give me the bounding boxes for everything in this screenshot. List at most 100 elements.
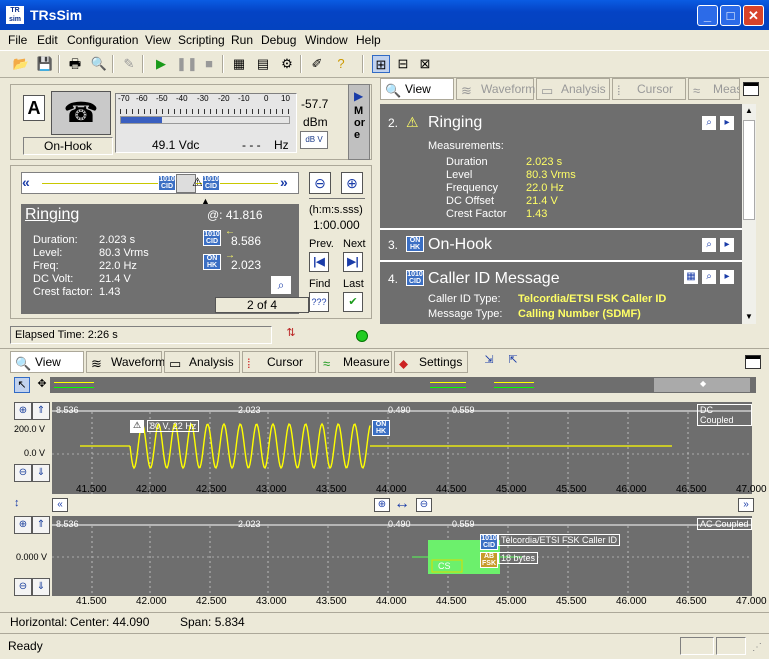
scroll-up-icon[interactable]: ▲ — [742, 104, 756, 118]
binoculars-icon[interactable]: ⌕ — [271, 276, 291, 294]
maximize-pane-icon[interactable] — [745, 355, 761, 369]
find-event-icon[interactable]: ⌕ — [702, 270, 716, 284]
zoom-out-icon[interactable]: ⊖ — [14, 464, 32, 482]
stop-icon[interactable]: ■ — [200, 55, 218, 73]
phone-icon[interactable]: ☎ — [51, 91, 111, 135]
event-counter: 2 of 4 — [215, 297, 309, 313]
save-icon[interactable]: 💾 — [36, 55, 54, 73]
overview-strip[interactable]: ◆ — [50, 377, 756, 393]
menu-scripting[interactable]: Scripting — [178, 33, 225, 47]
fit-width-icon[interactable]: ↔ — [394, 495, 410, 513]
event-timeline[interactable]: « » 1010 CID ⚠ 1010 CID — [21, 172, 299, 194]
goto-event-icon[interactable]: ▸ — [720, 238, 734, 252]
export-icon[interactable]: ⇱ — [504, 353, 522, 371]
run-icon[interactable]: ▶ — [152, 55, 170, 73]
document-icon[interactable]: ▤ — [254, 55, 272, 73]
print-preview-icon[interactable]: 🔍 — [90, 55, 108, 73]
event-item-callerid[interactable]: 4. 1010 CID Caller ID Message ▦ ⌕ ▸ Calle… — [386, 264, 742, 324]
top-waveform[interactable]: 8.536 2.023 0.490 0.559 DC Coupled ⚠ 80 … — [52, 402, 752, 494]
tab-waveform[interactable]: ≋ Waveform — [86, 351, 165, 373]
tab-settings[interactable]: ⬥ Settings — [394, 351, 468, 373]
last-button[interactable]: ✔ — [343, 292, 363, 312]
pause-icon[interactable]: ❚❚ — [176, 55, 198, 73]
maximize-pane-icon[interactable] — [743, 82, 759, 96]
marker2-value: 2.023 — [231, 258, 262, 272]
event-list-scrollbar[interactable]: ▲ ▼ — [742, 104, 756, 324]
layout1-icon[interactable]: ⊞ — [372, 55, 390, 73]
cid-marker-icon[interactable]: 1010 CID — [202, 175, 220, 191]
find-button[interactable]: ??? — [309, 292, 329, 312]
tab-measure[interactable]: ≈ Meas — [688, 78, 740, 100]
zoom-in-icon[interactable]: ⊕ — [14, 402, 32, 420]
scroll-right-button[interactable]: » — [738, 498, 754, 512]
event-item-ringing[interactable]: 2. ⚠ Ringing ⌕ ▸ Measurements: Duration 2… — [386, 108, 742, 230]
menu-file[interactable]: File — [8, 33, 27, 47]
menu-debug[interactable]: Debug — [261, 33, 296, 47]
tab-view[interactable]: 🔍 View — [380, 78, 454, 100]
zoom-in-icon[interactable]: ⊕ — [14, 516, 32, 534]
cid-marker-icon[interactable]: 1010 CID — [480, 534, 498, 550]
move-icon[interactable]: ✥ — [34, 377, 50, 393]
zoom-in-icon[interactable]: ⊕ — [341, 172, 363, 194]
tab-measure[interactable]: ≈ Measure — [318, 351, 392, 373]
zoom-out-icon[interactable]: ⊖ — [309, 172, 331, 194]
edit-script-icon[interactable]: ✐ — [308, 55, 326, 73]
more-button[interactable]: ▶ More — [348, 84, 370, 160]
goto-event-icon[interactable]: ▸ — [720, 270, 734, 284]
open-icon[interactable]: 📂 — [12, 55, 30, 73]
grid-icon[interactable]: ▦ — [684, 270, 698, 284]
prev-button[interactable]: |◀ — [309, 252, 329, 272]
zoom-out-icon[interactable]: ⊖ — [14, 578, 32, 596]
unit-toggle[interactable]: dB V — [300, 131, 328, 149]
scroll-left-button[interactable]: « — [52, 498, 68, 512]
menu-window[interactable]: Window — [305, 33, 348, 47]
edit-icon[interactable]: ✎ — [120, 55, 138, 73]
collapse-icon[interactable]: ⇓ — [32, 464, 50, 482]
import-icon[interactable]: ⇲ — [480, 353, 498, 371]
bottom-waveform[interactable]: 8.536 2.023 0.490 0.559 AC Coupled 1010 C… — [52, 516, 752, 596]
tab-analysis[interactable]: ▭ Analysis — [164, 351, 240, 373]
tab-analysis[interactable]: ▭ Analysis — [536, 78, 610, 100]
tab-cursor[interactable]: ⁞ Cursor — [242, 351, 316, 373]
cid-marker-icon[interactable]: 1010 CID — [158, 175, 176, 191]
event-item-onhook[interactable]: 3. ON HK On-Hook ⌕ ▸ — [386, 232, 742, 258]
menu-run[interactable]: Run — [231, 33, 253, 47]
close-button[interactable]: ✕ — [743, 5, 764, 26]
split-icon[interactable]: ⇅ — [280, 326, 302, 344]
timeline-left-button[interactable]: « — [22, 173, 40, 193]
layout2-icon[interactable]: ⊟ — [394, 55, 412, 73]
title-bar[interactable]: TR sim TRsSim _ □ ✕ — [0, 0, 769, 30]
minimize-button[interactable]: _ — [697, 5, 718, 26]
zoom-out-time-icon[interactable]: ⊖ — [416, 498, 432, 512]
vertical-resize-icon[interactable]: ↕ — [14, 497, 28, 511]
collapse-icon[interactable]: ⇓ — [32, 578, 50, 596]
layout3-icon[interactable]: ⊠ — [416, 55, 434, 73]
help-icon[interactable]: ? — [332, 55, 350, 73]
resize-grip-icon[interactable]: ⋰ — [752, 642, 762, 653]
goto-event-icon[interactable]: ▸ — [720, 116, 734, 130]
settings-icon[interactable]: ⚙ — [278, 55, 296, 73]
pointer-icon[interactable]: ↖ — [14, 377, 30, 393]
maximize-button[interactable]: □ — [720, 5, 741, 26]
fsk-marker-icon[interactable]: AB FSK — [480, 552, 498, 568]
scroll-thumb[interactable] — [743, 120, 755, 220]
print-icon[interactable]: 🖶 — [66, 55, 84, 73]
menu-configuration[interactable]: Configuration — [67, 33, 138, 47]
expand-icon[interactable]: ⇑ — [32, 516, 50, 534]
menu-edit[interactable]: Edit — [37, 33, 58, 47]
menu-view[interactable]: View — [145, 33, 171, 47]
ring-event-icon[interactable]: ⚠ — [130, 420, 144, 433]
tab-cursor[interactable]: ⁞ Cursor — [612, 78, 686, 100]
tab-view[interactable]: 🔍 View — [10, 351, 84, 373]
timeline-right-button[interactable]: » — [280, 173, 298, 193]
onhook-marker-icon[interactable]: ON HK — [372, 420, 390, 436]
find-event-icon[interactable]: ⌕ — [702, 238, 716, 252]
zoom-in-time-icon[interactable]: ⊕ — [374, 498, 390, 512]
expand-icon[interactable]: ⇑ — [32, 402, 50, 420]
tab-waveform[interactable]: ≋ Waveform — [456, 78, 535, 100]
calendar-icon[interactable]: ▦ — [230, 55, 248, 73]
menu-help[interactable]: Help — [356, 33, 381, 47]
next-button[interactable]: ▶| — [343, 252, 363, 272]
scroll-down-icon[interactable]: ▼ — [742, 310, 756, 324]
find-event-icon[interactable]: ⌕ — [702, 116, 716, 130]
